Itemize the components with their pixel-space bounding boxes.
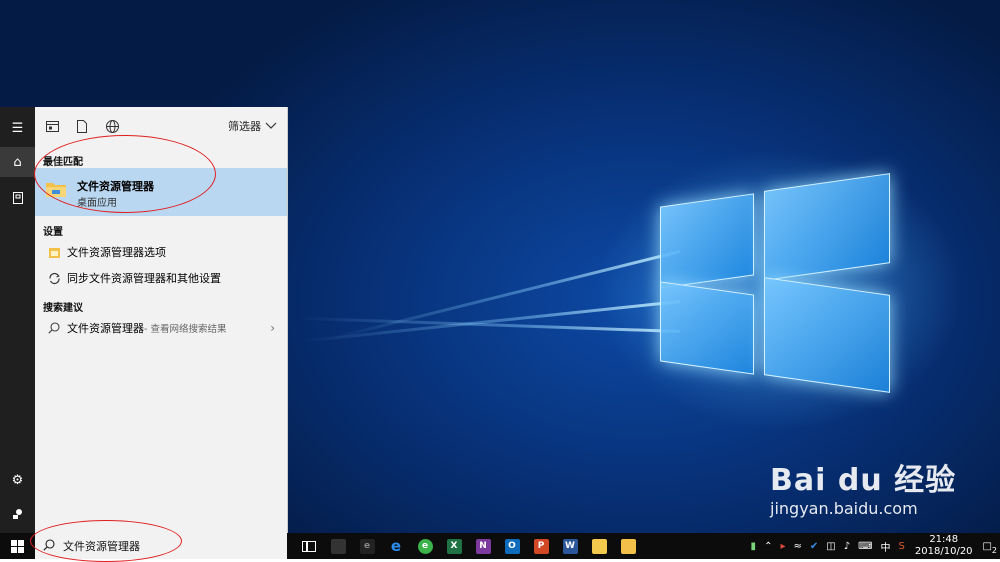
clock[interactable]: 21:48 2018/10/20: [915, 534, 973, 558]
windows-logo-graphic: [660, 160, 890, 400]
powerpoint-icon[interactable]: P: [529, 535, 553, 557]
file-explorer-taskbar-icon[interactable]: [616, 535, 640, 557]
excel-icon[interactable]: X: [442, 535, 466, 557]
hamburger-menu-icon[interactable]: ☰: [0, 113, 35, 143]
search-query-text: 文件资源管理器: [63, 540, 140, 553]
feedback-icon[interactable]: [0, 499, 35, 529]
settings-heading: 设置: [43, 227, 63, 238]
best-match-title: 文件资源管理器: [77, 180, 154, 193]
search-icon: [41, 322, 67, 334]
edge-browser-icon[interactable]: e: [384, 535, 408, 557]
shield-check-icon[interactable]: ✔: [810, 541, 818, 552]
suggestion-suffix: - 查看网络搜索结果: [144, 324, 227, 335]
file-explorer-icon: [46, 183, 66, 197]
sogou-icon[interactable]: S: [899, 541, 905, 552]
folder-options-icon: [41, 246, 67, 259]
outlook-icon[interactable]: O: [500, 535, 524, 557]
clock-time: 21:48: [929, 534, 959, 545]
filter-dropdown[interactable]: 筛选器: [228, 118, 277, 134]
action-center-icon[interactable]: □ 2: [983, 541, 997, 555]
battery-icon[interactable]: ◫: [826, 541, 835, 552]
web-filter-icon[interactable]: [99, 113, 125, 139]
settings-item-label: 同步文件资源管理器和其他设置: [67, 272, 221, 285]
start-button[interactable]: [0, 533, 35, 559]
documents-filter-icon[interactable]: [69, 113, 95, 139]
best-match-result[interactable]: 文件资源管理器 桌面应用: [35, 168, 287, 216]
search-icon: [43, 538, 63, 554]
filter-label: 筛选器: [228, 120, 261, 133]
edge-browser-dim-icon[interactable]: e: [355, 535, 379, 557]
network-icon[interactable]: ▸: [780, 541, 785, 552]
taskbar-search-box[interactable]: 文件资源管理器: [35, 533, 287, 559]
taskbar: 文件资源管理器 e e e X N O P W ▮ ⌃ ▸ ≈ ✔ ◫ ♪ ⌨ …: [0, 533, 1000, 559]
clock-date: 2018/10/20: [914, 546, 973, 557]
chevron-up-icon[interactable]: ⌃: [764, 541, 772, 552]
sync-icon: [41, 272, 67, 285]
task-view-icon[interactable]: [297, 535, 321, 557]
360-browser-icon[interactable]: e: [413, 535, 437, 557]
chevron-right-icon: ›: [270, 321, 275, 335]
suggestion-label: 文件资源管理器: [67, 322, 144, 335]
keyboard-icon[interactable]: ⌨: [858, 541, 872, 552]
settings-gear-icon[interactable]: ⚙: [0, 465, 35, 495]
baidu-watermark: Bai du 经验 jingyan.baidu.com: [770, 455, 956, 518]
photos-icon[interactable]: [587, 535, 611, 557]
wifi-icon[interactable]: ≈: [793, 541, 801, 552]
notification-count-badge: 2: [991, 545, 997, 555]
volume-icon[interactable]: ♪: [844, 541, 850, 552]
pinned-app-icon[interactable]: [326, 535, 350, 557]
system-tray: ▮ ⌃ ▸ ≈ ✔ ◫ ♪ ⌨ 中 S 21:48 2018/10/20 □ 2: [747, 533, 1000, 559]
windows-start-icon: [11, 539, 24, 553]
search-results-panel: 筛选器 最佳匹配 文件资源管理器 桌面应用 设置 文件资源管理器选项 同步文件资…: [35, 107, 288, 533]
watermark-url: jingyan.baidu.com: [770, 499, 918, 518]
apps-filter-icon[interactable]: [39, 113, 65, 139]
best-match-subtitle: 桌面应用: [77, 198, 117, 209]
word-icon[interactable]: W: [558, 535, 582, 557]
search-suggestions-heading: 搜索建议: [43, 303, 83, 314]
battery-small-icon[interactable]: ▮: [751, 541, 757, 552]
settings-item-folder-options[interactable]: 文件资源管理器选项: [35, 240, 287, 264]
watermark-brand: Bai du 经验: [770, 463, 957, 498]
ime-indicator[interactable]: 中: [881, 539, 891, 554]
search-filter-toolbar: 筛选器: [35, 107, 287, 145]
settings-item-sync[interactable]: 同步文件资源管理器和其他设置: [35, 266, 287, 290]
settings-item-label: 文件资源管理器选项: [67, 246, 166, 259]
search-suggestion-item[interactable]: 文件资源管理器 - 查看网络搜索结果 ›: [35, 316, 287, 340]
notebook-icon[interactable]: [0, 183, 35, 213]
home-icon[interactable]: ⌂: [0, 147, 35, 177]
start-menu-rail: ☰ ⌂ ⚙: [0, 107, 35, 533]
onenote-icon[interactable]: N: [471, 535, 495, 557]
chevron-down-icon: [265, 122, 277, 129]
